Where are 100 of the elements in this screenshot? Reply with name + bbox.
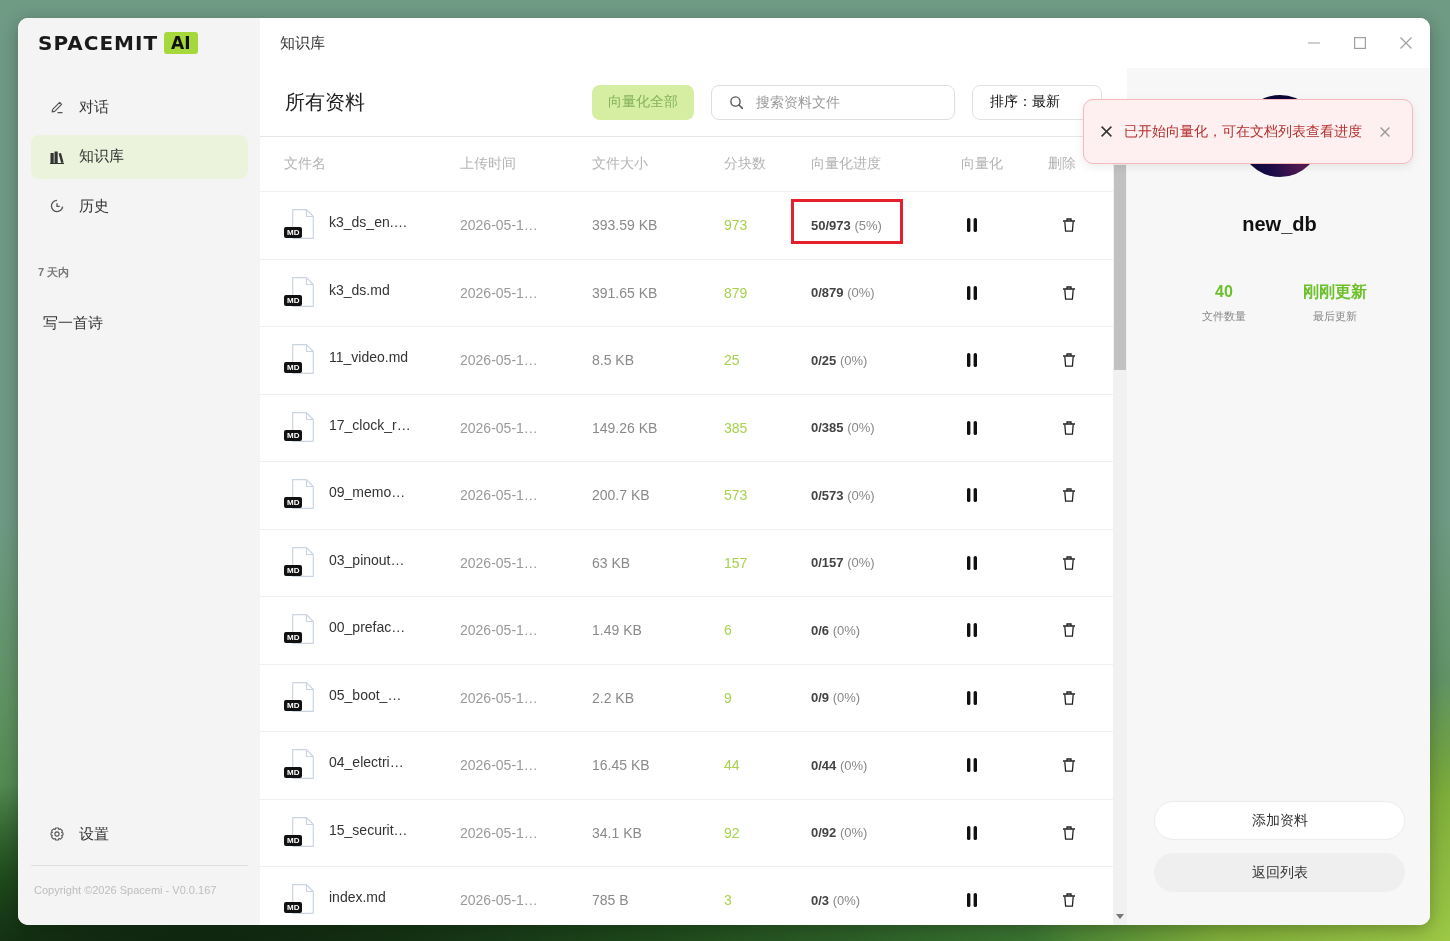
file-size: 63 KB: [592, 554, 631, 571]
trash-icon[interactable]: [1063, 218, 1075, 233]
file-name: 09_memo…: [329, 484, 406, 501]
file-name: 11_video.md: [329, 349, 409, 366]
file-type-badge: MD: [284, 362, 303, 374]
search-field[interactable]: 搜索资料文件: [711, 84, 955, 120]
file-size: 149.26 KB: [592, 419, 658, 436]
column-header: 分块数: [724, 155, 766, 173]
trash-icon[interactable]: [1063, 623, 1075, 638]
pause-icon[interactable]: [967, 488, 977, 503]
clock-icon: [50, 199, 64, 213]
stat-label: 最后更新: [1313, 309, 1357, 323]
trash-icon[interactable]: [1063, 488, 1075, 503]
file-type-badge: MD: [284, 699, 303, 711]
chunk-count: 6: [724, 622, 732, 639]
pencil-icon: [50, 100, 64, 114]
pause-icon[interactable]: [967, 285, 977, 300]
file-type-badge: MD: [284, 429, 303, 441]
history-item[interactable]: 写一首诗: [31, 303, 248, 343]
pause-icon[interactable]: [967, 555, 977, 570]
file-name: 00_prefac…: [329, 619, 406, 636]
section-label: 7 天内: [38, 265, 70, 279]
file-size: 785 B: [592, 892, 629, 909]
search-icon: [730, 95, 743, 109]
progress-text: 0/879 (0%): [811, 285, 875, 301]
progress-text: 0/25 (0%): [811, 352, 868, 368]
trash-icon[interactable]: [1063, 555, 1075, 570]
trash-icon[interactable]: [1063, 420, 1075, 435]
back-to-list-button[interactable]: 返回列表: [1154, 853, 1405, 892]
chunk-count: 879: [724, 284, 748, 301]
upload-time: 2026-05-1…: [460, 284, 538, 301]
file-type-badge: MD: [284, 834, 303, 846]
file-name: k3_ds_en.…: [329, 214, 408, 231]
column-header: 文件大小: [592, 155, 648, 173]
logo-text: SPACEMIT: [38, 32, 159, 54]
scrollbar-thumb[interactable]: [1114, 165, 1126, 370]
chunk-count: 157: [724, 554, 748, 571]
file-size: 393.59 KB: [592, 217, 658, 234]
scroll-down-icon[interactable]: [1116, 914, 1124, 919]
nav-item[interactable]: 历史: [31, 184, 248, 228]
chunk-count: 973: [724, 217, 748, 234]
upload-time: 2026-05-1…: [460, 757, 538, 774]
file-size: 200.7 KB: [592, 487, 650, 504]
progress-text: 50/973 (5%): [811, 217, 882, 233]
upload-time: 2026-05-1…: [460, 217, 538, 234]
file-size: 2.2 KB: [592, 689, 635, 706]
chunk-count: 573: [724, 487, 748, 504]
stat-value: 刚刚更新: [1303, 282, 1367, 302]
progress-text: 0/9 (0%): [811, 690, 861, 706]
close-icon[interactable]: [1380, 126, 1390, 137]
settings-icon: [50, 827, 64, 841]
trash-icon[interactable]: [1063, 285, 1075, 300]
file-type-badge: MD: [284, 227, 303, 239]
maximize-icon[interactable]: [1354, 37, 1366, 49]
cross-icon: [1101, 126, 1112, 137]
file-name: k3_ds.md: [329, 281, 390, 298]
trash-icon[interactable]: [1063, 893, 1075, 908]
file-size: 1.49 KB: [592, 622, 642, 639]
sort-button[interactable]: 排序：最新: [972, 84, 1102, 120]
file-type-badge: MD: [284, 497, 303, 509]
stat-value: 40: [1215, 282, 1233, 302]
close-icon[interactable]: [1400, 37, 1412, 49]
logo-badge: AI: [164, 32, 198, 54]
settings-item[interactable]: 设置: [31, 812, 248, 856]
upload-time: 2026-05-1…: [460, 824, 538, 841]
file-size: 34.1 KB: [592, 824, 642, 841]
pause-icon[interactable]: [967, 758, 977, 773]
file-name: 03_pinout…: [329, 551, 405, 568]
nav-item[interactable]: 知识库: [31, 134, 248, 179]
trash-icon[interactable]: [1063, 353, 1075, 368]
pause-icon[interactable]: [967, 218, 977, 233]
file-name: 05_boot_…: [329, 686, 402, 703]
trash-icon[interactable]: [1063, 758, 1075, 773]
file-size: 8.5 KB: [592, 352, 635, 369]
chunk-count: 92: [724, 824, 740, 841]
pause-icon[interactable]: [967, 420, 977, 435]
pause-icon[interactable]: [967, 893, 977, 908]
database-name: new_db: [1242, 212, 1317, 236]
add-material-button[interactable]: 添加资料: [1154, 801, 1405, 840]
books-icon: [50, 149, 64, 164]
file-type-badge: MD: [284, 294, 303, 306]
upload-time: 2026-05-1…: [460, 554, 538, 571]
progress-text: 0/44 (0%): [811, 757, 868, 773]
chunk-count: 25: [724, 352, 740, 369]
progress-text: 0/3 (0%): [811, 892, 861, 908]
upload-time: 2026-05-1…: [460, 419, 538, 436]
file-type-badge: MD: [284, 902, 303, 914]
pause-icon[interactable]: [967, 825, 977, 840]
chunk-count: 385: [724, 419, 748, 436]
file-name: 15_securit…: [329, 821, 408, 838]
nav-item[interactable]: 对话: [31, 85, 248, 129]
upload-time: 2026-05-1…: [460, 487, 538, 504]
trash-icon[interactable]: [1063, 825, 1075, 840]
progress-text: 0/6 (0%): [811, 622, 861, 638]
trash-icon[interactable]: [1063, 690, 1075, 705]
column-header: 上传时间: [460, 155, 516, 173]
upload-time: 2026-05-1…: [460, 352, 538, 369]
pause-icon[interactable]: [967, 353, 977, 368]
pause-icon[interactable]: [967, 623, 977, 638]
pause-icon[interactable]: [967, 690, 977, 705]
